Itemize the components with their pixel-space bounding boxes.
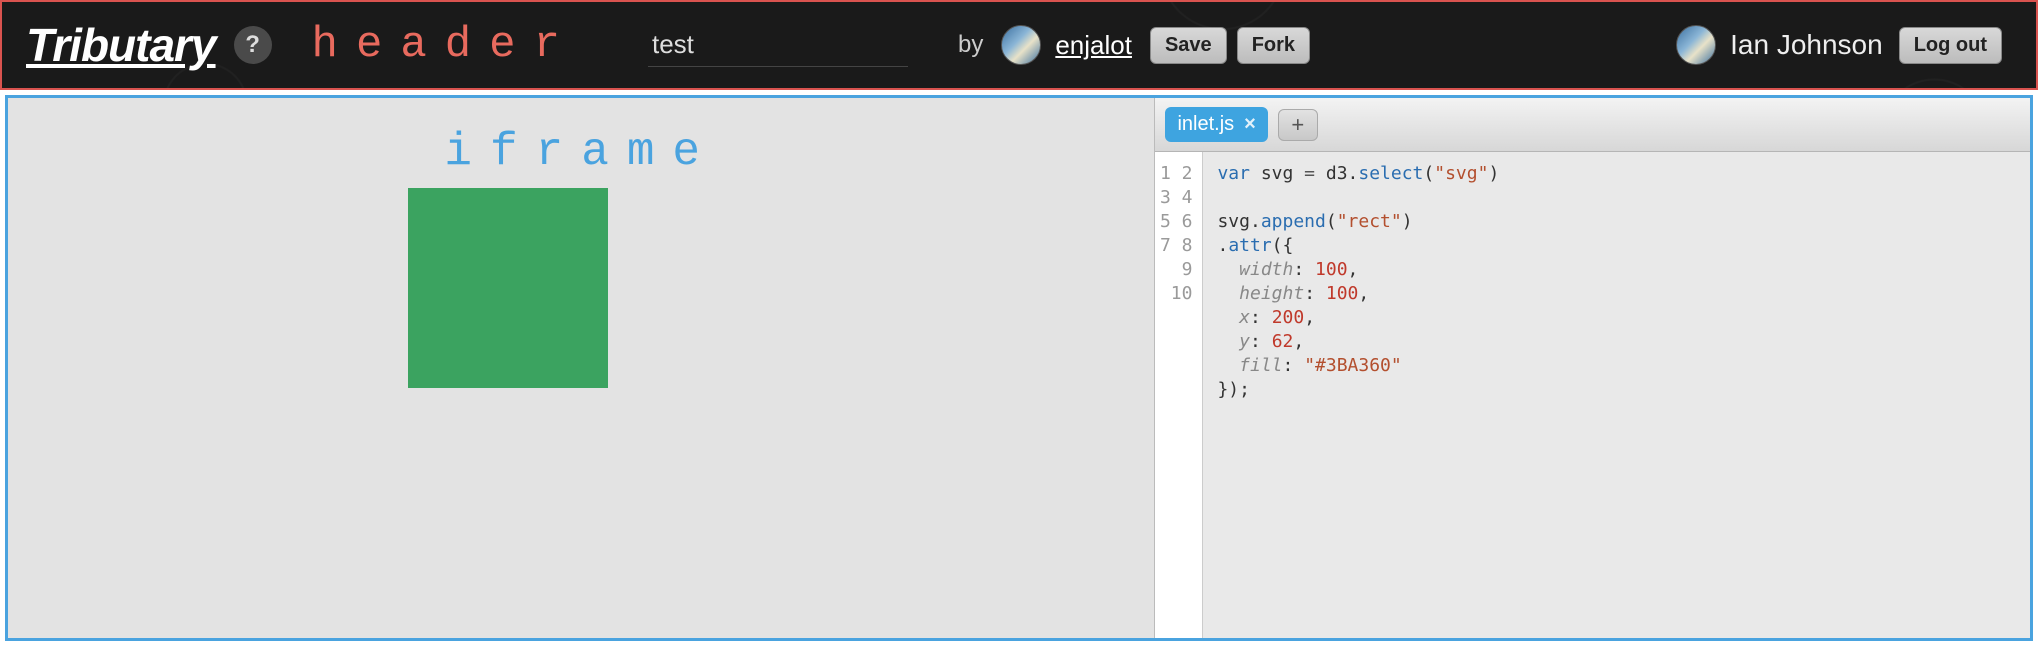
user-avatar[interactable] (1676, 25, 1716, 65)
line-number-gutter: 1 2 3 4 5 6 7 8 9 10 (1155, 152, 1203, 638)
app-header: Tributary ? header by enjalot Save Fork … (0, 0, 2038, 90)
save-button[interactable]: Save (1150, 27, 1227, 64)
code-area: 1 2 3 4 5 6 7 8 9 10 var svg = d3.select… (1155, 152, 2030, 638)
add-tab-button[interactable]: + (1278, 109, 1318, 141)
tab-inlet-js[interactable]: inlet.js × (1165, 107, 1267, 142)
iframe-pane[interactable]: iframe (8, 98, 1154, 638)
logo[interactable]: Tributary (26, 18, 216, 72)
gist-title-input[interactable] (648, 23, 908, 67)
iframe-label: iframe (444, 126, 718, 178)
header-section-label: header (312, 20, 578, 70)
help-icon[interactable]: ? (234, 26, 272, 64)
close-icon[interactable]: × (1244, 113, 1256, 136)
logout-button[interactable]: Log out (1899, 27, 2002, 64)
editor-pane: inlet.js × + 1 2 3 4 5 6 7 8 9 10 var sv… (1154, 98, 2030, 638)
code-editor[interactable]: var svg = d3.select("svg") svg.append("r… (1203, 152, 2030, 638)
tab-bar: inlet.js × + (1155, 98, 2030, 152)
tab-label: inlet.js (1177, 113, 1234, 136)
rendered-rect (408, 188, 608, 388)
username-label: Ian Johnson (1730, 29, 1883, 61)
fork-button[interactable]: Fork (1237, 27, 1310, 64)
main-area: iframe inlet.js × + 1 2 3 4 5 6 7 8 9 10… (5, 95, 2033, 641)
by-label: by (958, 31, 983, 59)
author-link[interactable]: enjalot (1055, 30, 1132, 61)
author-avatar[interactable] (1001, 25, 1041, 65)
